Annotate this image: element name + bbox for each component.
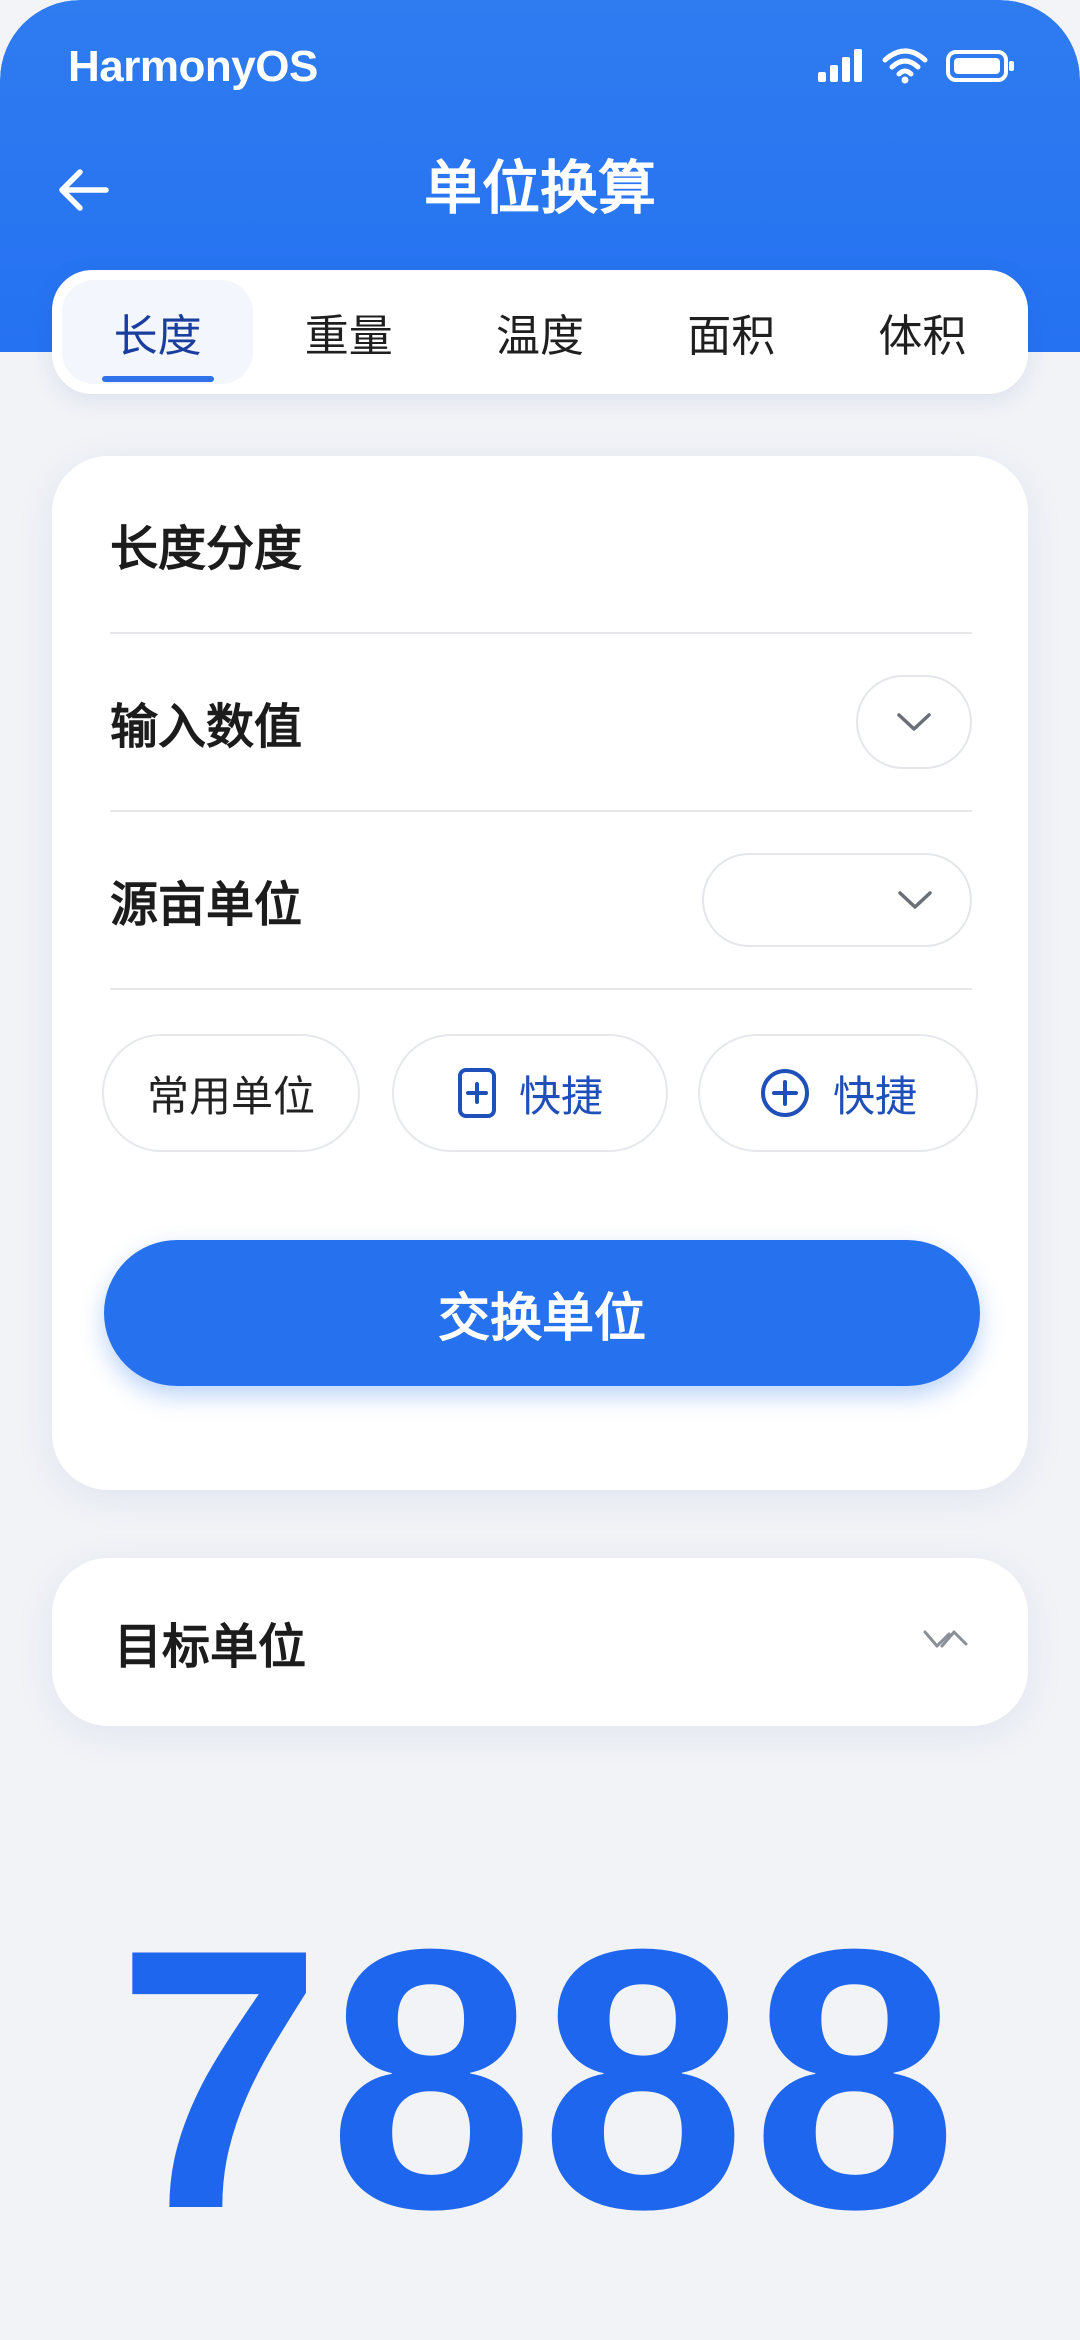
title-bar: 单位换算 [0, 140, 1080, 236]
chip-label: 快捷 [518, 1071, 603, 1121]
category-row: 长度分度 [110, 456, 972, 632]
divider [110, 988, 972, 990]
tab-weight[interactable]: 重量 [253, 280, 444, 384]
tab-length[interactable]: 长度 [62, 280, 254, 384]
conversion-card: 长度分度 输入数值 源亩单位 常用单位 快捷 快捷 交换单位 [52, 456, 1028, 1490]
tab-temperature[interactable]: 温度 [444, 280, 635, 384]
page-title: 单位换算 [423, 154, 656, 222]
swap-units-button[interactable]: 交换单位 [104, 1240, 980, 1386]
source-unit-label: 源亩单位 [110, 877, 303, 933]
source-unit-dropdown[interactable] [702, 853, 972, 947]
status-icons [816, 48, 1016, 88]
tab-volume[interactable]: 体积 [827, 280, 1018, 384]
quick-chip-2[interactable]: 快捷 [698, 1034, 978, 1152]
common-units-chip[interactable]: 常用单位 [102, 1034, 360, 1152]
os-name: HarmonyOS [68, 42, 318, 91]
category-label: 长度分度 [110, 521, 303, 577]
app-screen: HarmonyOS 单位换算 长度 重量 温度 面积 体积 长度分度 输入数值 … [0, 0, 1080, 2340]
chip-label: 快捷 [832, 1071, 917, 1121]
target-unit-label: 目标单位 [114, 1619, 307, 1675]
back-button[interactable] [52, 158, 116, 222]
chip-label: 常用单位 [146, 1071, 315, 1121]
wifi-icon [882, 48, 928, 88]
value-dropdown[interactable] [856, 675, 972, 769]
result-value: 7888 [116, 1873, 964, 2286]
double-chevron-icon [923, 1630, 968, 1648]
source-unit-row: 源亩单位 [110, 812, 972, 988]
chevron-down-icon [898, 891, 932, 909]
value-label: 输入数值 [110, 699, 303, 755]
target-unit-card[interactable]: 目标单位 [52, 1558, 1028, 1726]
square-plus-icon [457, 1068, 496, 1118]
quick-chips: 常用单位 快捷 快捷 [102, 1034, 1030, 1152]
quick-chip-1[interactable]: 快捷 [392, 1034, 668, 1152]
target-unit-row: 目标单位 [114, 1558, 970, 1726]
circle-plus-icon [760, 1069, 809, 1117]
battery-icon [946, 48, 1016, 88]
signal-icon [816, 48, 864, 88]
chevron-down-icon [897, 713, 931, 731]
status-bar: HarmonyOS [0, 0, 1080, 140]
tab-area[interactable]: 面积 [636, 280, 827, 384]
value-row: 输入数值 [110, 634, 972, 810]
category-tabs: 长度 重量 温度 面积 体积 [52, 270, 1028, 394]
back-arrow-icon [59, 169, 109, 211]
